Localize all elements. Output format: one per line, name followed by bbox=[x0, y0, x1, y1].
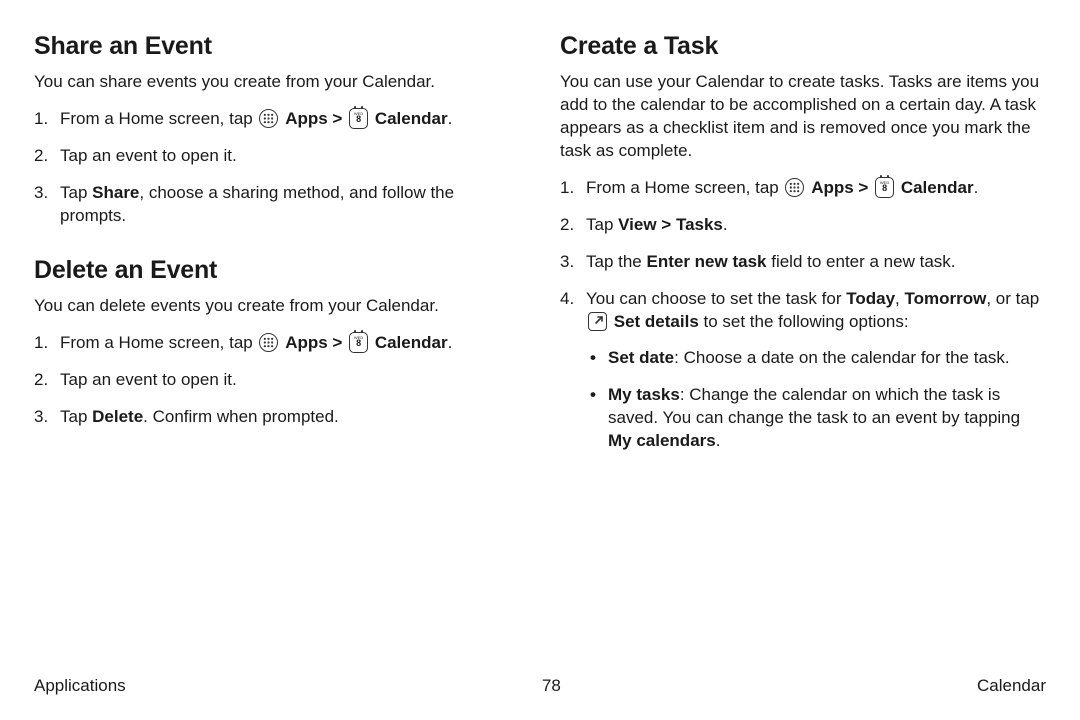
footer-page-number: 78 bbox=[542, 676, 561, 696]
calendar-icon: WED8 bbox=[349, 108, 368, 129]
delete-event-heading: Delete an Event bbox=[34, 256, 520, 285]
task-step-1: From a Home screen, tap Apps > WED8 Cale… bbox=[560, 177, 1046, 200]
calendar-label: Calendar bbox=[375, 333, 448, 352]
create-task-intro: You can use your Calendar to create task… bbox=[560, 71, 1046, 163]
task-step-4-options: Set date: Choose a date on the calendar … bbox=[586, 347, 1046, 453]
apps-icon bbox=[259, 109, 278, 128]
share-event-steps: From a Home screen, tap Apps > WED8 Cale… bbox=[34, 108, 520, 228]
calendar-label: Calendar bbox=[375, 109, 448, 128]
footer-right: Calendar bbox=[977, 676, 1046, 696]
share-event-heading: Share an Event bbox=[34, 32, 520, 61]
task-step-2: Tap View > Tasks. bbox=[560, 214, 1046, 237]
footer-left: Applications bbox=[34, 676, 126, 696]
right-column: Create a Task You can use your Calendar … bbox=[560, 32, 1046, 481]
expand-icon bbox=[588, 312, 607, 331]
share-event-intro: You can share events you create from you… bbox=[34, 71, 520, 94]
share-step-2: Tap an event to open it. bbox=[34, 145, 520, 168]
delete-event-section: Delete an Event You can delete events yo… bbox=[34, 256, 520, 429]
calendar-label: Calendar bbox=[901, 178, 974, 197]
delete-event-intro: You can delete events you create from yo… bbox=[34, 295, 520, 318]
share-event-section: Share an Event You can share events you … bbox=[34, 32, 520, 228]
apps-icon bbox=[259, 333, 278, 352]
calendar-icon: WED8 bbox=[875, 177, 894, 198]
share-step-1: From a Home screen, tap Apps > WED8 Cale… bbox=[34, 108, 520, 131]
create-task-steps: From a Home screen, tap Apps > WED8 Cale… bbox=[560, 177, 1046, 453]
create-task-section: Create a Task You can use your Calendar … bbox=[560, 32, 1046, 453]
delete-event-steps: From a Home screen, tap Apps > WED8 Cale… bbox=[34, 332, 520, 429]
apps-label: Apps bbox=[285, 109, 328, 128]
left-column: Share an Event You can share events you … bbox=[34, 32, 520, 481]
apps-label: Apps bbox=[285, 333, 328, 352]
create-task-heading: Create a Task bbox=[560, 32, 1046, 61]
apps-label: Apps bbox=[811, 178, 854, 197]
delete-step-1: From a Home screen, tap Apps > WED8 Cale… bbox=[34, 332, 520, 355]
option-my-tasks: My tasks: Change the calendar on which t… bbox=[586, 384, 1046, 453]
calendar-icon: WED8 bbox=[349, 332, 368, 353]
option-set-date: Set date: Choose a date on the calendar … bbox=[586, 347, 1046, 370]
page-footer: Applications 78 Calendar bbox=[34, 676, 1046, 696]
task-step-4: You can choose to set the task for Today… bbox=[560, 288, 1046, 454]
delete-step-3: Tap Delete. Confirm when prompted. bbox=[34, 406, 520, 429]
delete-step-2: Tap an event to open it. bbox=[34, 369, 520, 392]
share-step-3: Tap Share, choose a sharing method, and … bbox=[34, 182, 520, 228]
task-step-3: Tap the Enter new task field to enter a … bbox=[560, 251, 1046, 274]
apps-icon bbox=[785, 178, 804, 197]
